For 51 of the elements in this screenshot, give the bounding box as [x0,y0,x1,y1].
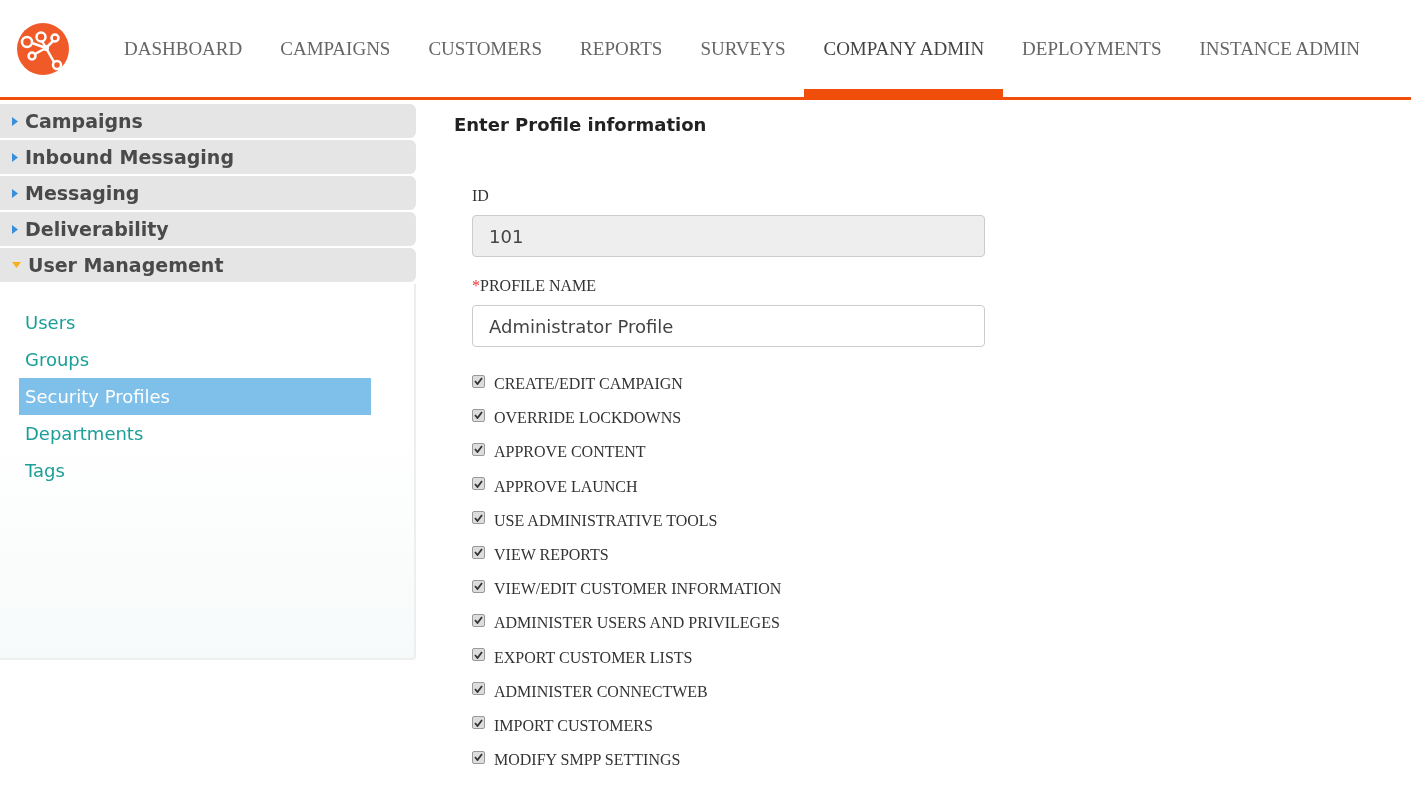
sidebar-item[interactable]: Users [19,304,371,341]
checkbox[interactable] [472,750,485,764]
checkbox[interactable] [472,613,485,627]
nav-tab[interactable]: CAMPAIGNS [261,0,410,97]
sidebar-section-header[interactable]: Messaging [0,176,416,210]
sidebar-section-header[interactable]: User Management [0,248,416,282]
sidebar-section-header[interactable]: Campaigns [0,104,416,138]
checkbox[interactable] [472,545,485,559]
field-label: ID [472,187,490,205]
checkbox[interactable] [472,408,485,422]
checkbox-label: APPROVE LAUNCH [494,477,638,496]
sidebar-section-header[interactable]: Deliverability [0,212,416,246]
checkbox-label: CREATE/EDIT CAMPAIGN [494,375,683,394]
caret-right-icon [12,116,18,126]
checkbox-label: IMPORT CUSTOMERS [494,716,653,735]
checkbox-label: VIEW REPORTS [494,546,609,565]
checkbox[interactable] [472,442,485,456]
nav-tab[interactable]: SURVEYS [681,0,805,97]
caret-down-icon [12,262,21,268]
nav-tab[interactable]: INSTANCE ADMIN [1180,0,1379,97]
caret-right-icon [12,152,18,162]
checkbox-label: EXPORT CUSTOMER LISTS [494,648,693,667]
sidebar-item[interactable]: Departments [19,415,371,452]
checkbox[interactable] [472,477,485,491]
sidebar-item[interactable]: Tags [19,452,371,489]
sidebar-item[interactable]: Groups [19,341,371,378]
checkbox[interactable] [472,579,485,593]
checkbox-label: USE ADMINISTRATIVE TOOLS [494,511,718,530]
checkbox-label: ADMINISTER USERS AND PRIVILEGES [494,614,780,633]
sidebar-section-header[interactable]: Inbound Messaging [0,140,416,174]
nav-tab[interactable]: CUSTOMERS [409,0,562,97]
nav-tab[interactable]: COMPANY ADMIN [804,0,1004,97]
nav-tab[interactable]: DASHBOARD [105,0,262,97]
checkbox[interactable] [472,716,485,730]
checkbox-label: ADMINISTER CONNECTWEB [494,682,708,701]
nav-tab[interactable]: REPORTS [561,0,682,97]
checkbox-label: MODIFY SMPP SETTINGS [494,751,681,770]
checkbox[interactable] [472,682,485,696]
checkbox-label: VIEW/EDIT CUSTOMER INFORMATION [494,580,782,599]
checkbox[interactable] [472,374,485,388]
checkbox[interactable] [472,511,485,525]
caret-right-icon [12,224,18,234]
field-label: *PROFILE NAME [472,277,597,295]
checkbox[interactable] [472,648,485,662]
logo-icon [17,22,69,75]
checkbox-label: APPROVE CONTENT [494,443,646,462]
caret-right-icon [12,188,18,198]
checkbox-label: OVERRIDE LOCKDOWNS [494,409,682,428]
input-field[interactable]: Administrator Profile [472,305,985,347]
nav-tab[interactable]: DEPLOYMENTS [1003,0,1181,97]
form-title: Enter Profile information [454,114,708,135]
